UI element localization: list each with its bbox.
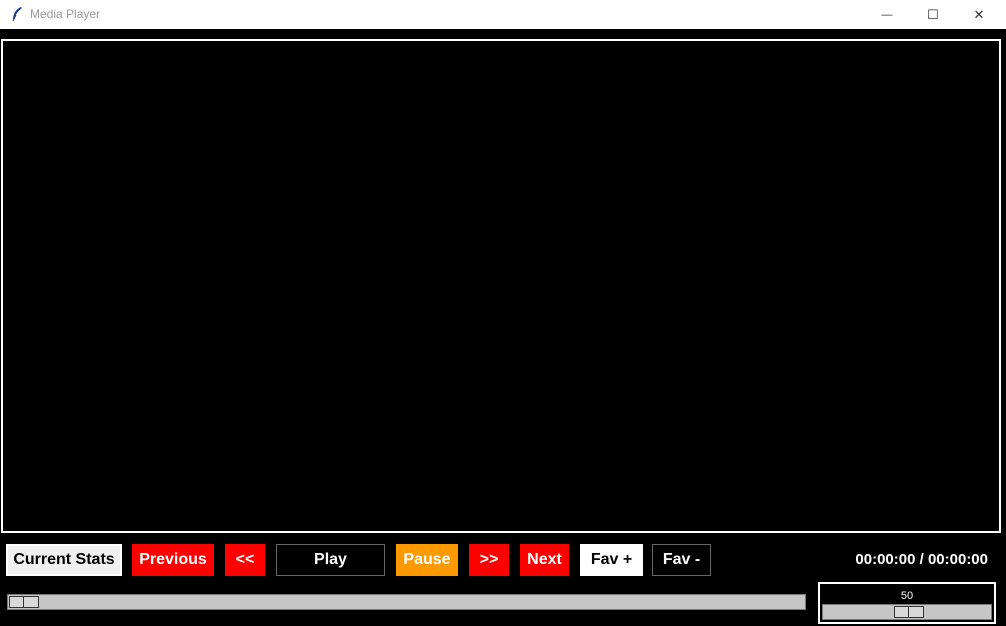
video-canvas[interactable] (1, 39, 1001, 533)
close-icon: ✕ (973, 6, 985, 22)
current-stats-button[interactable]: Current Stats (6, 544, 122, 576)
volume-control: 50 (818, 582, 996, 624)
rewind-button[interactable]: << (225, 544, 265, 576)
progress-slider-handle[interactable] (9, 596, 39, 608)
minimize-icon: — (881, 8, 893, 21)
play-button[interactable]: Play (276, 544, 385, 576)
progress-slider[interactable] (7, 594, 806, 610)
minimize-button[interactable]: — (864, 0, 910, 29)
window-title: Media Player (30, 7, 101, 21)
volume-slider[interactable] (822, 604, 992, 620)
next-button[interactable]: Next (520, 544, 569, 576)
volume-slider-handle[interactable] (894, 606, 924, 618)
close-button[interactable]: ✕ (956, 0, 1002, 29)
volume-value: 50 (900, 590, 914, 602)
title-bar: Media Player — ☐ ✕ (0, 0, 1006, 29)
maximize-icon: ☐ (927, 6, 939, 22)
fav-add-button[interactable]: Fav + (580, 544, 643, 576)
forward-button[interactable]: >> (469, 544, 509, 576)
feather-icon (12, 7, 22, 22)
pause-button[interactable]: Pause (396, 544, 458, 576)
previous-button[interactable]: Previous (132, 544, 214, 576)
time-display: 00:00:00 / 00:00:00 (855, 551, 988, 568)
maximize-button[interactable]: ☐ (910, 0, 956, 29)
fav-remove-button[interactable]: Fav - (652, 544, 711, 576)
